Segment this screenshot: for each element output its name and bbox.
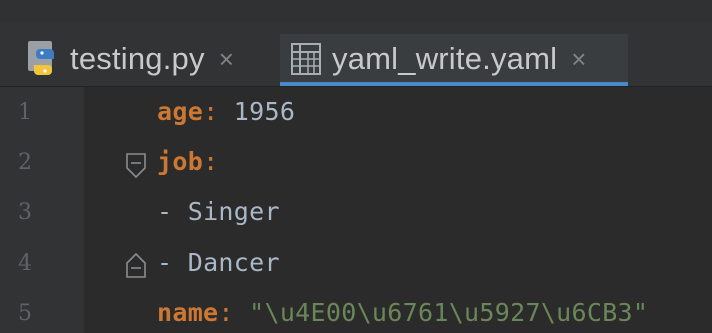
close-tab-icon[interactable]: ×: [219, 44, 234, 75]
code-line[interactable]: 1 age: 1956: [0, 91, 712, 141]
tab-label: yaml_write.yaml: [332, 41, 558, 76]
code-line[interactable]: 3 - Singer: [0, 191, 712, 241]
close-tab-icon[interactable]: ×: [571, 44, 586, 75]
line-number: 2: [18, 150, 32, 175]
yaml-list-dash: -: [157, 248, 173, 277]
tab-label: testing.py: [70, 41, 205, 76]
yaml-file-icon: [290, 42, 324, 76]
code-editor[interactable]: 1 age: 1956 2 job: 3 - Singer 4 - Dancer…: [0, 87, 712, 333]
tab-yaml-write-yaml[interactable]: yaml_write.yaml ×: [280, 34, 628, 84]
yaml-key: name: [157, 298, 219, 327]
line-number: 1: [18, 100, 32, 125]
yaml-string-value: "\u4E00\u6761\u5927\u6CB3": [249, 298, 649, 327]
yaml-list-item: Singer: [187, 197, 280, 226]
line-number: 5: [18, 301, 32, 326]
code-line[interactable]: 2 job:: [0, 141, 712, 191]
yaml-colon: :: [203, 97, 219, 126]
line-content: name: "\u4E00\u6761\u5927\u6CB3": [157, 298, 648, 327]
ide-window: testing.py × yaml_write.yaml × 1 age: 19…: [0, 0, 712, 333]
line-number: 3: [18, 200, 32, 225]
tab-bar-top-strip: [0, 0, 712, 22]
tab-testing-py[interactable]: testing.py ×: [26, 34, 278, 84]
yaml-key: age: [157, 97, 204, 126]
code-line[interactable]: 5 name: "\u4E00\u6761\u5927\u6CB3": [0, 292, 712, 333]
yaml-list-item: Dancer: [187, 248, 280, 277]
line-content: age: 1956: [157, 97, 295, 126]
line-content: - Singer: [157, 197, 280, 226]
editor-tab-bar: testing.py × yaml_write.yaml ×: [0, 0, 712, 87]
yaml-colon: :: [203, 147, 219, 176]
fold-end-icon[interactable]: [124, 252, 148, 278]
line-number: 4: [18, 251, 32, 276]
yaml-key: job: [157, 147, 204, 176]
python-file-icon: [26, 39, 62, 79]
yaml-value: 1956: [233, 97, 296, 126]
line-content: - Dancer: [157, 248, 280, 277]
fold-open-icon[interactable]: [124, 153, 148, 179]
yaml-colon: :: [218, 298, 234, 327]
code-line[interactable]: 4 - Dancer: [0, 242, 712, 292]
yaml-list-dash: -: [157, 197, 173, 226]
line-content: job:: [157, 147, 218, 176]
